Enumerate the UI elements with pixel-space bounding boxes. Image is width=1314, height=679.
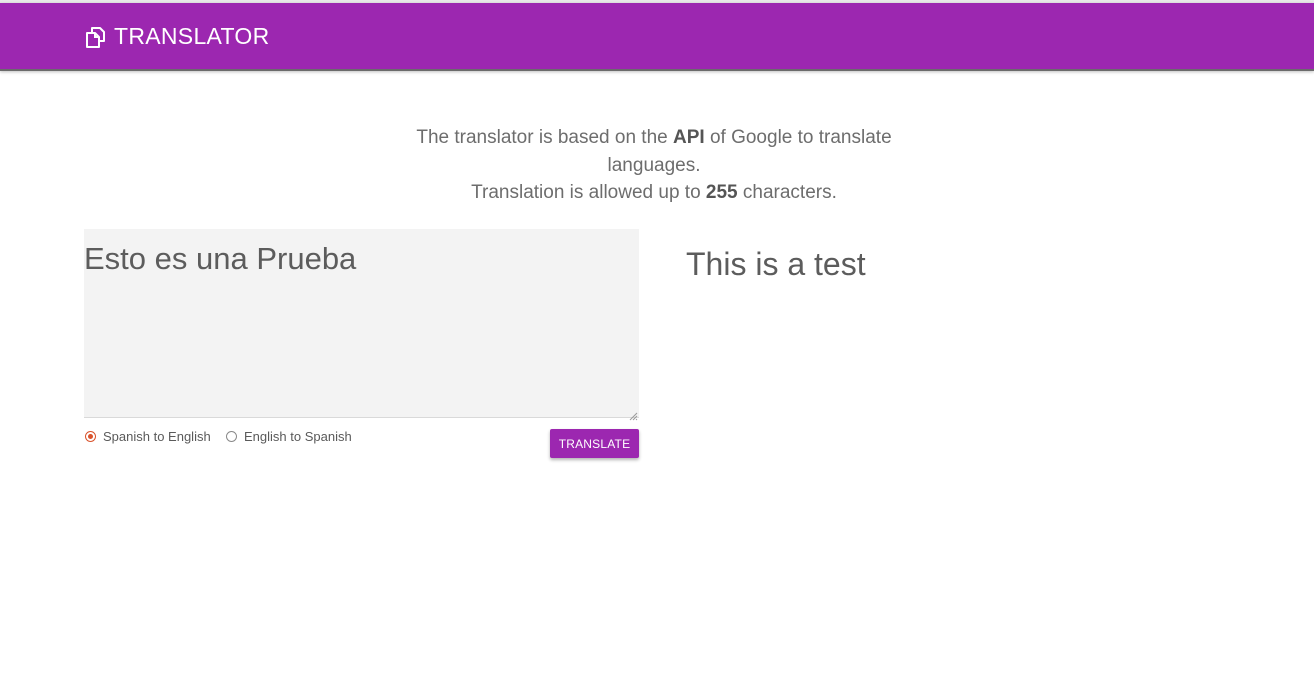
radio-spanish-to-english-label: Spanish to English <box>103 429 211 444</box>
intro-line2-suffix: characters. <box>737 182 837 203</box>
translate-button[interactable]: TRANSLATE <box>550 429 639 458</box>
intro-api-highlight: API <box>673 127 705 148</box>
translation-result: This is a test <box>686 246 866 282</box>
resize-grip-icon[interactable] <box>629 408 638 421</box>
intro-char-limit: 255 <box>705 182 738 203</box>
source-text-input[interactable]: Esto es una Prueba <box>84 229 639 418</box>
intro-line2-prefix: Translation is allowed up to <box>471 182 706 203</box>
brand-title: TRANSLATOR <box>114 23 270 49</box>
brand[interactable]: TRANSLATOR <box>83 23 270 50</box>
radio-checked-icon[interactable] <box>85 431 96 442</box>
intro-text: The translator is based on the API of Go… <box>404 124 904 207</box>
radio-english-to-spanish[interactable]: English to Spanish <box>226 429 352 444</box>
navbar: TRANSLATOR <box>0 3 1314 71</box>
copy-documents-icon <box>83 24 109 50</box>
radio-english-to-spanish-label: English to Spanish <box>244 429 352 444</box>
radio-spanish-to-english[interactable]: Spanish to English <box>85 429 211 444</box>
intro-line1-prefix: The translator is based on the <box>416 127 673 148</box>
radio-unchecked-icon[interactable] <box>226 431 237 442</box>
